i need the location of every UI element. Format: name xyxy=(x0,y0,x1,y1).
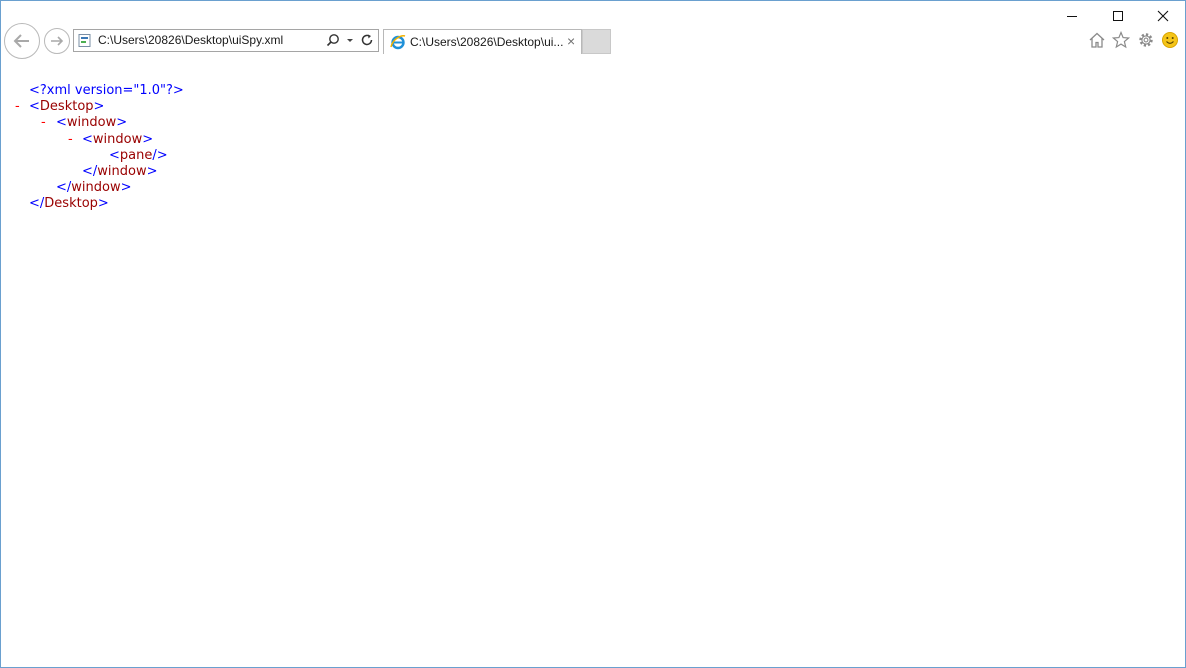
forward-button[interactable] xyxy=(44,28,70,54)
xml-file-icon xyxy=(78,34,91,47)
address-bar[interactable]: C:\Users\20826\Desktop\uiSpy.xml xyxy=(73,29,379,52)
feedback-button[interactable] xyxy=(1160,30,1180,50)
xml-node-inner-window-open: - xyxy=(68,132,73,148)
ie-icon xyxy=(390,35,406,50)
star-icon xyxy=(1112,31,1130,49)
xml-tag-inner-window-open: <window> xyxy=(82,132,154,147)
tab-uispy[interactable]: C:\Users\20826\Desktop\ui... × xyxy=(383,29,582,54)
dropdown-icon[interactable] xyxy=(346,33,354,47)
gear-icon xyxy=(1139,33,1153,47)
tab-close-button[interactable]: × xyxy=(567,33,575,49)
browser-window: C:\Users\20826\Desktop\uiSpy.xml C:\User… xyxy=(0,0,1186,668)
settings-button[interactable] xyxy=(1136,30,1156,50)
forward-arrow-icon xyxy=(51,36,64,46)
back-button[interactable] xyxy=(4,23,40,59)
favorites-button[interactable] xyxy=(1111,30,1131,50)
minimize-icon xyxy=(1067,16,1077,17)
home-button[interactable] xyxy=(1087,30,1107,50)
xml-declaration: <?xml version="1.0"?> xyxy=(29,83,184,98)
xml-tag-window-open: <window> xyxy=(56,115,128,130)
xml-tag-desktop-open: <Desktop> xyxy=(29,99,105,114)
smiley-icon xyxy=(1162,32,1178,48)
search-icon[interactable] xyxy=(326,33,340,47)
maximize-icon xyxy=(1113,11,1123,21)
address-input[interactable]: C:\Users\20826\Desktop\uiSpy.xml xyxy=(98,33,283,47)
new-tab-button[interactable] xyxy=(582,29,611,54)
collapse-toggle[interactable]: - xyxy=(68,132,73,147)
xml-node-window-open: - xyxy=(41,115,46,131)
collapse-toggle[interactable]: - xyxy=(41,115,46,130)
tab-title: C:\Users\20826\Desktop\ui... xyxy=(410,35,564,49)
xml-tag-window-close: </window> xyxy=(56,180,132,195)
minimize-button[interactable] xyxy=(1057,7,1087,25)
back-arrow-icon xyxy=(13,34,29,48)
home-icon xyxy=(1089,32,1105,48)
xml-tag-inner-window-close: </window> xyxy=(82,164,158,179)
collapse-toggle[interactable]: - xyxy=(15,99,20,114)
xml-node-desktop-open: - xyxy=(15,99,20,115)
xml-tag-pane: <pane/> xyxy=(109,148,168,163)
maximize-button[interactable] xyxy=(1103,7,1133,25)
close-button[interactable] xyxy=(1148,7,1178,25)
xml-tag-desktop-close: </Desktop> xyxy=(29,196,109,211)
close-icon xyxy=(1157,10,1169,22)
refresh-icon[interactable] xyxy=(360,33,374,47)
